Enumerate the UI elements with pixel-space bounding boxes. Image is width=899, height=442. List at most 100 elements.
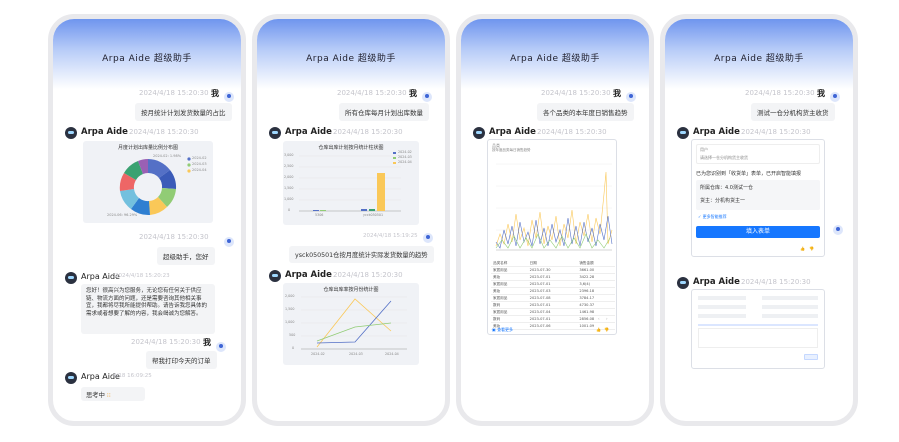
- thumbs-up-icon[interactable]: 👍: [596, 327, 601, 332]
- series-line: [495, 215, 613, 249]
- message-time: 2024/4/18 15:20:30: [337, 89, 407, 97]
- more-recommend-link[interactable]: ✓ 更多智能推荐: [698, 214, 727, 220]
- legend-swatch: [393, 162, 396, 164]
- legend-swatch: [187, 169, 191, 173]
- x-tick: 2024-02: [311, 352, 325, 356]
- user-message: 按月统计计划发货数量的占比: [135, 103, 232, 121]
- user-avatar: [224, 237, 234, 247]
- message-time: 4/18 16:09:25: [113, 373, 152, 379]
- table-row: 家居用品 2023-07-01 3,6(4): [491, 280, 615, 288]
- table-cell: 数码: [491, 315, 528, 323]
- series-line: [316, 322, 392, 342]
- form-field: [762, 305, 818, 309]
- y-tick: 1,500: [284, 186, 294, 190]
- pagination-prev-icon[interactable]: ‹: [598, 316, 600, 321]
- bar: [361, 209, 367, 211]
- thumbs-up-icon[interactable]: 👍: [800, 246, 805, 251]
- form-field: [762, 314, 818, 318]
- pie-label: 2024-02: 1.98%: [153, 154, 182, 158]
- user-message: 超级助手，您好: [157, 247, 215, 265]
- user-avatar: [423, 233, 433, 243]
- legend-label: 2024-02: [398, 150, 412, 154]
- pie-chart-card: 月度计划出库量比例分布图 2024-02: 1.98% 2024-06: 96.…: [83, 141, 213, 223]
- app-title: Arpa Aide 超级助手: [714, 54, 804, 64]
- submit-button[interactable]: [804, 354, 818, 360]
- legend-swatch: [393, 152, 396, 154]
- prompt-text: 请选择一仓分机构货主收货: [700, 155, 748, 160]
- message-time: 2024/4/18 15:20:30: [129, 128, 199, 136]
- bot-avatar: [65, 372, 77, 384]
- table-cell: 4730.37: [577, 301, 615, 309]
- table-cell: 2023-07-01: [527, 301, 578, 309]
- y-tick: 0: [292, 346, 295, 350]
- bot-avatar: [65, 127, 77, 139]
- table-row: 家居用品 2023-07-30 3661.00: [491, 266, 615, 274]
- table-cell: 家居用品: [491, 266, 528, 274]
- form-field: [762, 296, 818, 300]
- bot-avatar: [677, 127, 689, 139]
- pie-chart: [119, 157, 191, 216]
- user-name: 我: [409, 89, 417, 98]
- table-cell: 家居用品: [491, 280, 528, 288]
- y-tick: 2,500: [284, 164, 294, 168]
- table-row: 美妆 2023-07-03 2396.18: [491, 287, 615, 295]
- pagination-next-icon[interactable]: ›: [606, 316, 608, 321]
- form-field: [698, 305, 746, 309]
- user-name: 我: [211, 89, 219, 98]
- user-avatar: [830, 92, 840, 102]
- y-tick: 3,000: [284, 153, 294, 157]
- phone-panel-2: Arpa Aide 超级助手 2024/4/18 15:20:30 我 所有仓库…: [252, 14, 450, 426]
- thumbs-down-icon[interactable]: 👎: [809, 246, 814, 251]
- y-tick: 2,000: [284, 175, 294, 179]
- table-cell: 2023-07-01: [527, 280, 578, 288]
- phone-panel-1: Arpa Aide 超级助手 2024/4/18 15:20:30 我 按月统计…: [48, 14, 246, 426]
- y-tick: 1,500: [285, 307, 295, 311]
- table-cell: 家居用品: [491, 294, 528, 302]
- table-row: 家居用品 2023-07-04 1461.98: [491, 308, 615, 316]
- app-title: Arpa Aide 超级助手: [102, 54, 192, 64]
- user-message: 各个品类的本年度日销售趋势: [537, 103, 634, 121]
- user-message: 所有仓库每月计划出库数量: [339, 103, 429, 121]
- phone-panel-4: Arpa Aide 超级助手 2024/4/18 15:20:30 我 测试一仓…: [660, 14, 858, 426]
- legend-label: 2024-02: [192, 156, 207, 160]
- table-cell: 数码: [491, 301, 528, 309]
- table-row: 数码 2023-07-01 2856.08: [491, 315, 615, 323]
- phone-panel-3: Arpa Aide 超级助手 2024/4/18 15:20:30 我 各个品类…: [456, 14, 654, 426]
- user-name: 我: [817, 89, 825, 98]
- x-tick: 2024-03: [349, 352, 363, 356]
- table-cell: 家居用品: [491, 308, 528, 316]
- table-row: 美妆 2023-07-01 3422.28: [491, 273, 615, 281]
- table-cell: 2396.18: [577, 287, 615, 295]
- legend-label: 2024-03: [192, 162, 207, 166]
- bot-avatar: [65, 272, 77, 284]
- fill-form-button[interactable]: 填入表单: [696, 226, 820, 238]
- bar: [320, 210, 326, 211]
- recognition-message: 已为您识别到「收货单」表单，已开启智能填报: [696, 171, 802, 177]
- view-more-link[interactable]: ▣ 查看更多: [492, 327, 513, 333]
- line-chart-card: 仓库出库率按月份统计图 2,000 1,500 1,000 500 0 2024…: [283, 283, 419, 365]
- table-cell: 美妆: [491, 287, 528, 295]
- more-recommend-label: 更多智能推荐: [702, 214, 727, 219]
- x-tick: 2024-04: [385, 352, 399, 356]
- thinking-bubble: 思考中 ⁝⁝: [81, 387, 145, 401]
- table-cell: 1461.98: [577, 308, 615, 316]
- message-time: 2024/4/18 15:20:30: [333, 128, 403, 136]
- thumbs-down-icon[interactable]: 👎: [604, 327, 609, 332]
- message-time: 2024/4/18 15:20:30: [131, 338, 201, 346]
- app-title: Arpa Aide 超级助手: [306, 54, 396, 64]
- prompt-box: 用户 请选择一仓分机构货主收货: [696, 144, 820, 164]
- field-warehouse: 所属仓库：4.0测试一仓: [700, 185, 753, 191]
- message-time: 2024/4/18 15:20:30: [139, 89, 209, 97]
- detail-table: [698, 328, 818, 348]
- prompt-label: 用户: [700, 147, 708, 152]
- pie-slices: [119, 159, 177, 216]
- table-row: 家居用品 2023-07-08 3784.17: [491, 294, 615, 302]
- table-cell: 3,6(4): [577, 280, 615, 288]
- bot-avatar: [269, 270, 281, 282]
- sales-result-card: 品类 按年度品类每日销售趋势 品类名称 日期 销售金额 家居用品 2023-07…: [487, 139, 617, 335]
- y-tick: 1,000: [284, 197, 294, 201]
- user-name: 我: [203, 338, 211, 347]
- table-cell: 3422.28: [577, 273, 615, 281]
- form-field: [698, 296, 746, 300]
- table-row: 数码 2023-07-01 4730.37: [491, 301, 615, 309]
